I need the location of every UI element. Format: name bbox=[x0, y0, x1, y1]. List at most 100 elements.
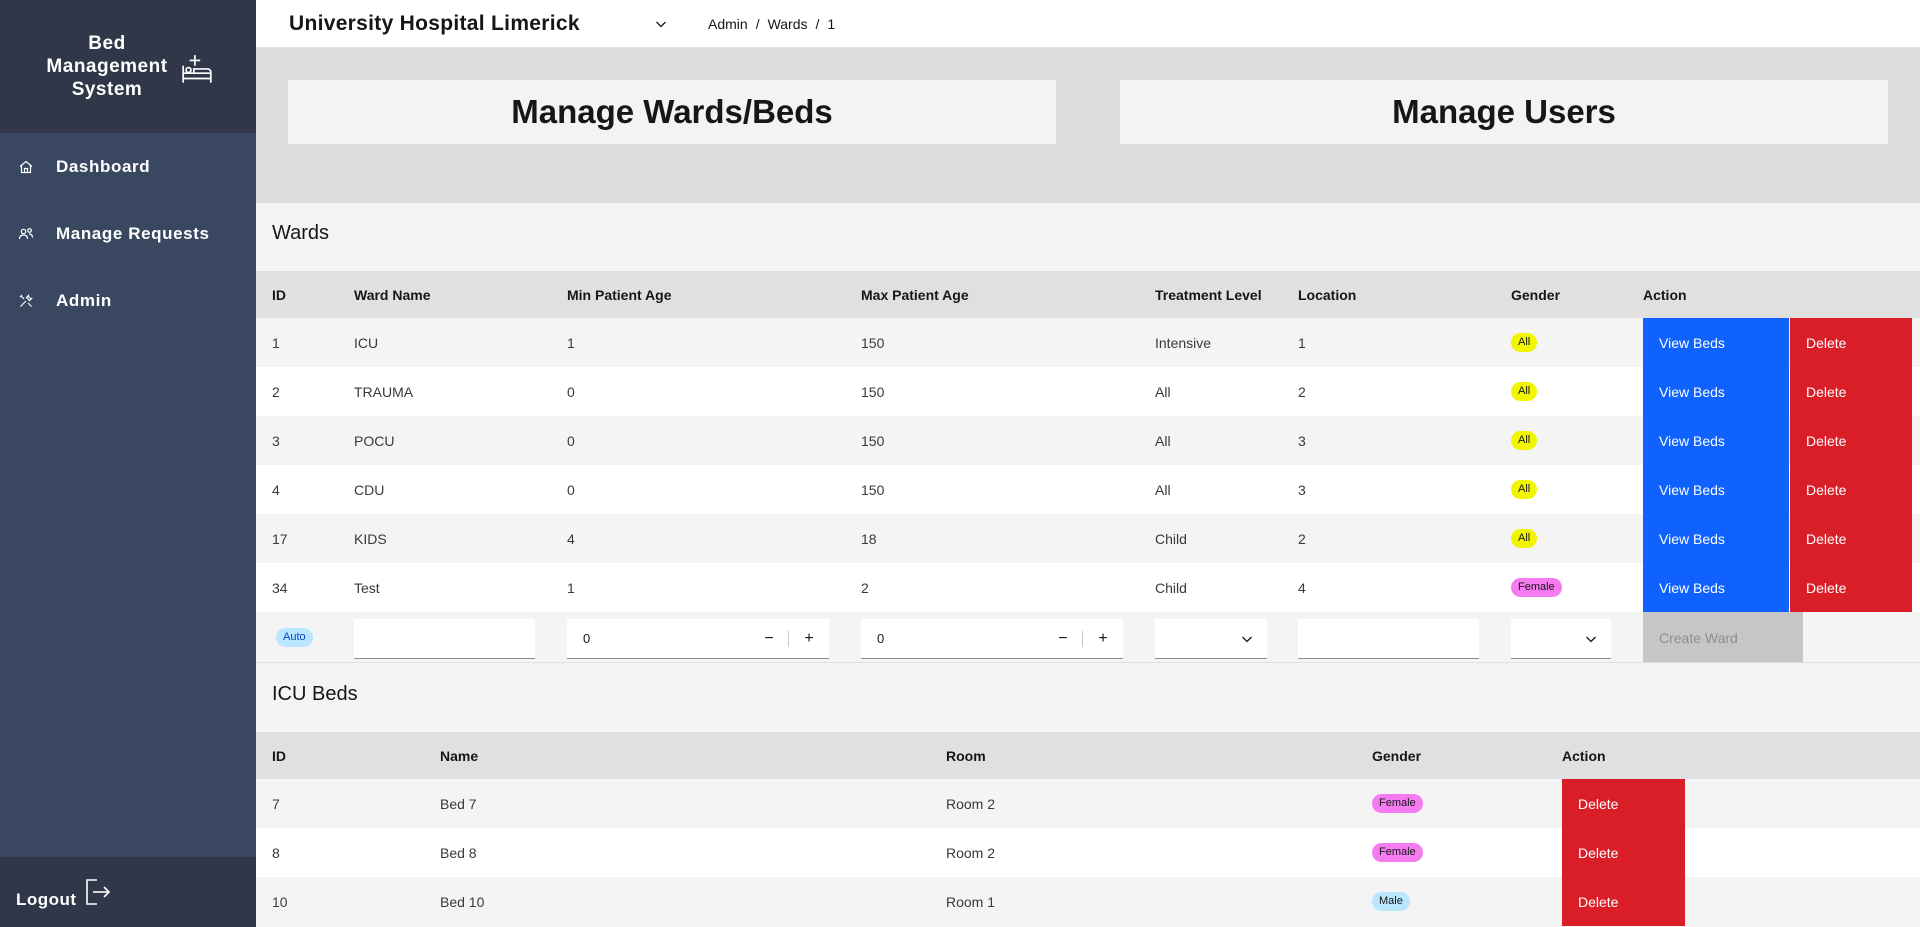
beds-title: ICU Beds bbox=[272, 683, 358, 705]
ward-location: 3 bbox=[1298, 432, 1306, 449]
new-ward-row: Auto 0 − + 0 − + Create Ward bbox=[256, 612, 1920, 663]
delete-bed-button[interactable]: Delete bbox=[1562, 877, 1685, 926]
max-age-stepper[interactable]: 0 − + bbox=[861, 619, 1123, 659]
ward-min-age: 0 bbox=[567, 383, 575, 400]
delete-ward-button[interactable]: Delete bbox=[1790, 563, 1912, 612]
ward-location: 2 bbox=[1298, 530, 1306, 547]
breadcrumb-separator: / bbox=[755, 16, 760, 32]
breadcrumb-separator: / bbox=[815, 16, 820, 32]
hospital-selector[interactable]: University Hospital Limerick bbox=[289, 0, 669, 48]
brand: Bed Management System bbox=[0, 0, 256, 133]
sidebar-item-label: Admin bbox=[56, 290, 112, 310]
top-header: University Hospital Limerick Admin / War… bbox=[256, 0, 1920, 48]
ward-max-age: 150 bbox=[861, 481, 885, 498]
ward-treatment-level: All bbox=[1155, 481, 1171, 498]
gender-badge: Female bbox=[1511, 578, 1562, 597]
wards-title: Wards bbox=[272, 222, 330, 244]
ward-min-age: 0 bbox=[567, 432, 575, 449]
delete-bed-button[interactable]: Delete bbox=[1562, 779, 1685, 828]
sidebar-item-manage-requests[interactable]: Manage Requests bbox=[0, 200, 256, 267]
breadcrumb: Admin / Wards / 1 bbox=[708, 16, 835, 32]
gender-badge: All bbox=[1511, 333, 1538, 352]
delete-ward-button[interactable]: Delete bbox=[1790, 367, 1912, 416]
chevron-down-icon bbox=[656, 21, 666, 28]
manage-wards-tile[interactable]: Manage Wards/Beds bbox=[288, 80, 1056, 144]
increment-button[interactable]: + bbox=[789, 619, 829, 659]
delete-ward-button[interactable]: Delete bbox=[1790, 465, 1912, 514]
breadcrumb-current[interactable]: 1 bbox=[827, 16, 835, 32]
ward-name: ICU bbox=[354, 334, 379, 351]
view-beds-button[interactable]: View Beds bbox=[1643, 318, 1789, 367]
ward-min-age: 1 bbox=[567, 334, 575, 351]
table-row: 10 Bed 10 Room 1 Male Delete bbox=[256, 877, 1920, 926]
sidebar-item-admin[interactable]: Admin bbox=[0, 267, 256, 334]
gender-badge: Male bbox=[1372, 892, 1410, 911]
table-header: ID Ward Name Min Patient Age Max Patient… bbox=[256, 271, 1920, 318]
view-beds-button[interactable]: View Beds bbox=[1643, 465, 1789, 514]
brand-line: Bed bbox=[88, 33, 126, 54]
ward-id: 17 bbox=[272, 530, 288, 547]
breadcrumb-wards[interactable]: Wards bbox=[768, 16, 808, 32]
sidebar-item-dashboard[interactable]: Dashboard bbox=[0, 133, 256, 200]
ward-max-age: 150 bbox=[861, 334, 885, 351]
view-beds-button[interactable]: View Beds bbox=[1643, 367, 1789, 416]
breadcrumb-admin[interactable]: Admin bbox=[708, 16, 748, 32]
ward-min-age: 1 bbox=[567, 579, 575, 596]
delete-ward-button[interactable]: Delete bbox=[1790, 416, 1912, 465]
view-beds-button[interactable]: View Beds bbox=[1643, 514, 1789, 563]
brand-line: Management bbox=[46, 56, 168, 77]
bed-id: 7 bbox=[272, 795, 280, 812]
ward-id: 1 bbox=[272, 334, 280, 351]
tools-icon bbox=[16, 291, 36, 311]
col-treatment-level: Treatment Level bbox=[1155, 286, 1262, 303]
gender-badge: Female bbox=[1372, 843, 1423, 862]
delete-ward-button[interactable]: Delete bbox=[1790, 318, 1912, 367]
col-min-age: Min Patient Age bbox=[567, 286, 672, 303]
col-ward-name: Ward Name bbox=[354, 286, 431, 303]
create-ward-button[interactable]: Create Ward bbox=[1643, 612, 1803, 663]
col-gender: Gender bbox=[1511, 286, 1561, 303]
col-gender: Gender bbox=[1372, 747, 1422, 764]
ward-id: 4 bbox=[272, 481, 280, 498]
logout-label: Logout bbox=[16, 890, 77, 909]
gender-badge: All bbox=[1511, 382, 1538, 401]
max-age-value: 0 bbox=[877, 631, 885, 646]
ward-min-age: 4 bbox=[567, 530, 575, 547]
col-action: Action bbox=[1562, 747, 1606, 764]
brand-title: Bed Management System bbox=[42, 32, 172, 101]
min-age-value: 0 bbox=[583, 631, 591, 646]
ward-name: CDU bbox=[354, 481, 385, 498]
manage-users-tile[interactable]: Manage Users bbox=[1120, 80, 1888, 144]
table-row: 7 Bed 7 Room 2 Female Delete bbox=[256, 779, 1920, 828]
wards-table: ID Ward Name Min Patient Age Max Patient… bbox=[256, 271, 1920, 663]
users-icon bbox=[16, 224, 36, 244]
gender-select[interactable] bbox=[1511, 619, 1611, 659]
hospital-name: University Hospital Limerick bbox=[289, 12, 580, 35]
min-age-stepper[interactable]: 0 − + bbox=[567, 619, 829, 659]
delete-bed-button[interactable]: Delete bbox=[1562, 828, 1685, 877]
table-row: 8 Bed 8 Room 2 Female Delete bbox=[256, 828, 1920, 877]
logout-button[interactable]: Logout bbox=[0, 857, 256, 927]
logout-icon bbox=[85, 879, 110, 905]
view-beds-button[interactable]: View Beds bbox=[1643, 563, 1789, 612]
col-name: Name bbox=[440, 747, 479, 764]
brand-line: System bbox=[71, 79, 143, 100]
ward-location: 3 bbox=[1298, 481, 1306, 498]
bed-name: Bed 8 bbox=[440, 844, 477, 861]
sidebar-item-label: Dashboard bbox=[56, 156, 151, 176]
chevron-down-icon bbox=[1242, 636, 1252, 643]
ward-max-age: 150 bbox=[861, 432, 885, 449]
table-row: 2 TRAUMA 0 150 All 2 All View Beds Delete bbox=[256, 367, 1920, 416]
bed-id: 10 bbox=[272, 893, 288, 910]
delete-ward-button[interactable]: Delete bbox=[1790, 514, 1912, 563]
increment-button[interactable]: + bbox=[1083, 619, 1123, 659]
table-row: 17 KIDS 4 18 Child 2 All View Beds Delete bbox=[256, 514, 1920, 563]
ward-name: Test bbox=[354, 579, 380, 596]
view-beds-button[interactable]: View Beds bbox=[1643, 416, 1789, 465]
decrement-button[interactable]: − bbox=[749, 619, 789, 659]
decrement-button[interactable]: − bbox=[1043, 619, 1083, 659]
location-input[interactable] bbox=[1298, 619, 1479, 659]
treatment-level-select[interactable] bbox=[1155, 619, 1267, 659]
ward-name-input[interactable] bbox=[354, 619, 535, 659]
gender-badge: All bbox=[1511, 431, 1538, 450]
